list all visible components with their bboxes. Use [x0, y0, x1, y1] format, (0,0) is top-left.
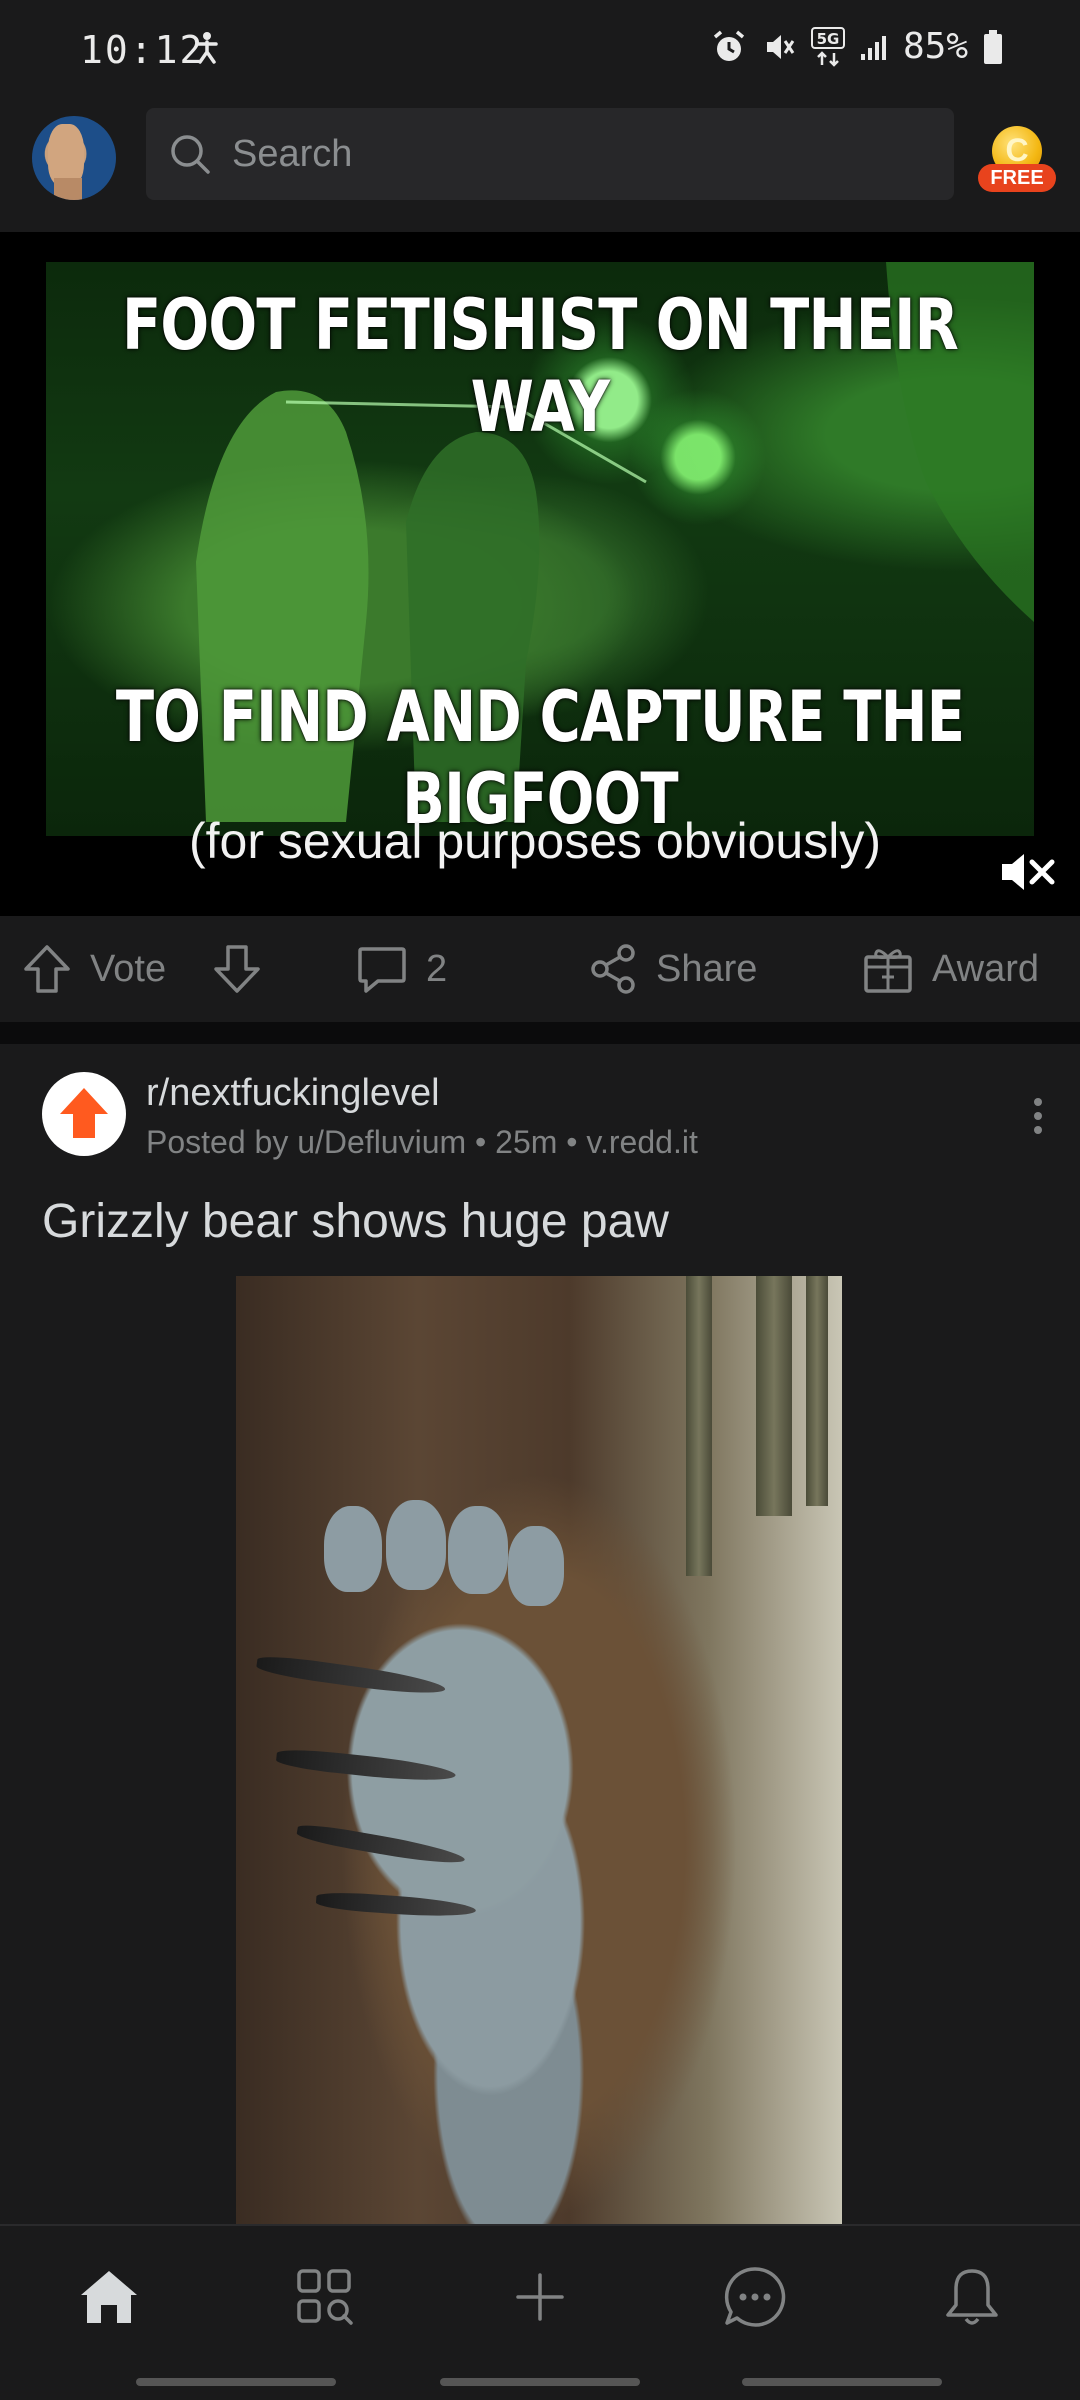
- chat-bubble-icon: [724, 2267, 786, 2327]
- vote-label: Vote: [90, 947, 167, 990]
- alarm-icon: [713, 30, 745, 61]
- gesture-recents[interactable]: [136, 2378, 336, 2386]
- share-button[interactable]: Share: [588, 916, 757, 1022]
- award-label: Award: [932, 947, 1040, 990]
- avatar-neck: [54, 178, 82, 200]
- user-avatar[interactable]: [32, 116, 116, 200]
- bear-claw: [275, 1746, 457, 1786]
- paw-toe: [448, 1506, 508, 1594]
- vibrate-mute-icon: [766, 34, 795, 59]
- post-meta: Posted by u/Defluvium • 25m • v.redd.it: [146, 1124, 698, 1160]
- comment-bubble-icon: [358, 947, 406, 993]
- free-coins-button[interactable]: C FREE: [978, 120, 1058, 210]
- network-5g-icon: 5G: [810, 26, 845, 67]
- feed-post[interactable]: r/nextfuckinglevel Posted by u/Defluvium…: [0, 1044, 1080, 2226]
- free-badge: FREE: [978, 164, 1056, 192]
- home-icon: [81, 2271, 137, 2323]
- signal-icon: [860, 35, 886, 60]
- svg-text:5G: 5G: [817, 30, 840, 48]
- share-label: Share: [656, 947, 758, 990]
- feed-divider: [0, 1022, 1080, 1044]
- video-player[interactable]: FOOT FETISHIST ON THEIR WAY TO FIND AND …: [0, 232, 1080, 916]
- accessibility-icon: [196, 32, 218, 64]
- tree-trunk: [806, 1276, 828, 1506]
- nav-create-post[interactable]: [505, 2262, 575, 2332]
- battery-icon: [984, 29, 1002, 64]
- search-bar[interactable]: Search: [146, 108, 954, 200]
- gesture-home[interactable]: [440, 2378, 640, 2386]
- avatar-face: [48, 124, 84, 186]
- bear-claw: [315, 1890, 477, 1920]
- upvote-arrow-icon[interactable]: [22, 943, 72, 995]
- vertical-dots-icon[interactable]: [1030, 1096, 1046, 1136]
- gesture-back[interactable]: [742, 2378, 942, 2386]
- post-video-thumbnail[interactable]: [236, 1276, 842, 2226]
- post-title[interactable]: Grizzly bear shows huge paw: [42, 1194, 669, 1249]
- tree-trunk: [756, 1276, 792, 1516]
- nav-home[interactable]: [74, 2262, 144, 2332]
- subreddit-name[interactable]: r/nextfuckinglevel: [146, 1072, 440, 1115]
- status-bar: 10:12 5G 85%: [0, 0, 1080, 100]
- share-icon: [591, 944, 635, 994]
- search-icon: [171, 135, 210, 174]
- paw-toe: [324, 1506, 382, 1592]
- grid-search-icon: [297, 2269, 353, 2325]
- meme-top-text: FOOT FETISHIST ON THEIR WAY: [121, 284, 959, 448]
- app-header: Search C FREE: [0, 100, 1080, 232]
- bell-icon: [946, 2269, 998, 2325]
- comment-count: 2: [426, 947, 448, 990]
- nav-notifications[interactable]: [937, 2262, 1007, 2332]
- status-icons: 5G 85%: [711, 26, 1004, 67]
- downvote-arrow-icon[interactable]: [212, 943, 262, 995]
- subreddit-icon[interactable]: [42, 1072, 126, 1156]
- bear-claw: [255, 1652, 447, 1700]
- paw-toe: [386, 1500, 446, 1590]
- nav-discover[interactable]: [290, 2262, 360, 2332]
- vote-control: Vote: [22, 916, 262, 1022]
- nav-chat[interactable]: [720, 2262, 790, 2332]
- meme-caption: (for sexual purposes obviously): [189, 813, 881, 869]
- battery-percent: 85%: [902, 26, 968, 67]
- bear-claw: [295, 1821, 467, 1869]
- status-time: 10:12: [80, 28, 205, 72]
- bottom-navigation: [0, 2224, 1080, 2400]
- search-placeholder: Search: [232, 132, 353, 175]
- plus-icon: [516, 2273, 564, 2321]
- gift-award-icon: [864, 949, 912, 993]
- tree-trunk: [686, 1276, 712, 1576]
- paw-toe: [508, 1526, 564, 1606]
- upvote-arrow-icon: [60, 1088, 108, 1138]
- award-button[interactable]: Award: [862, 916, 1039, 1022]
- comments-button[interactable]: 2: [356, 916, 447, 1022]
- muted-speaker-icon[interactable]: [1000, 850, 1056, 894]
- post-action-bar: Vote 2 Share Award: [0, 916, 1080, 1022]
